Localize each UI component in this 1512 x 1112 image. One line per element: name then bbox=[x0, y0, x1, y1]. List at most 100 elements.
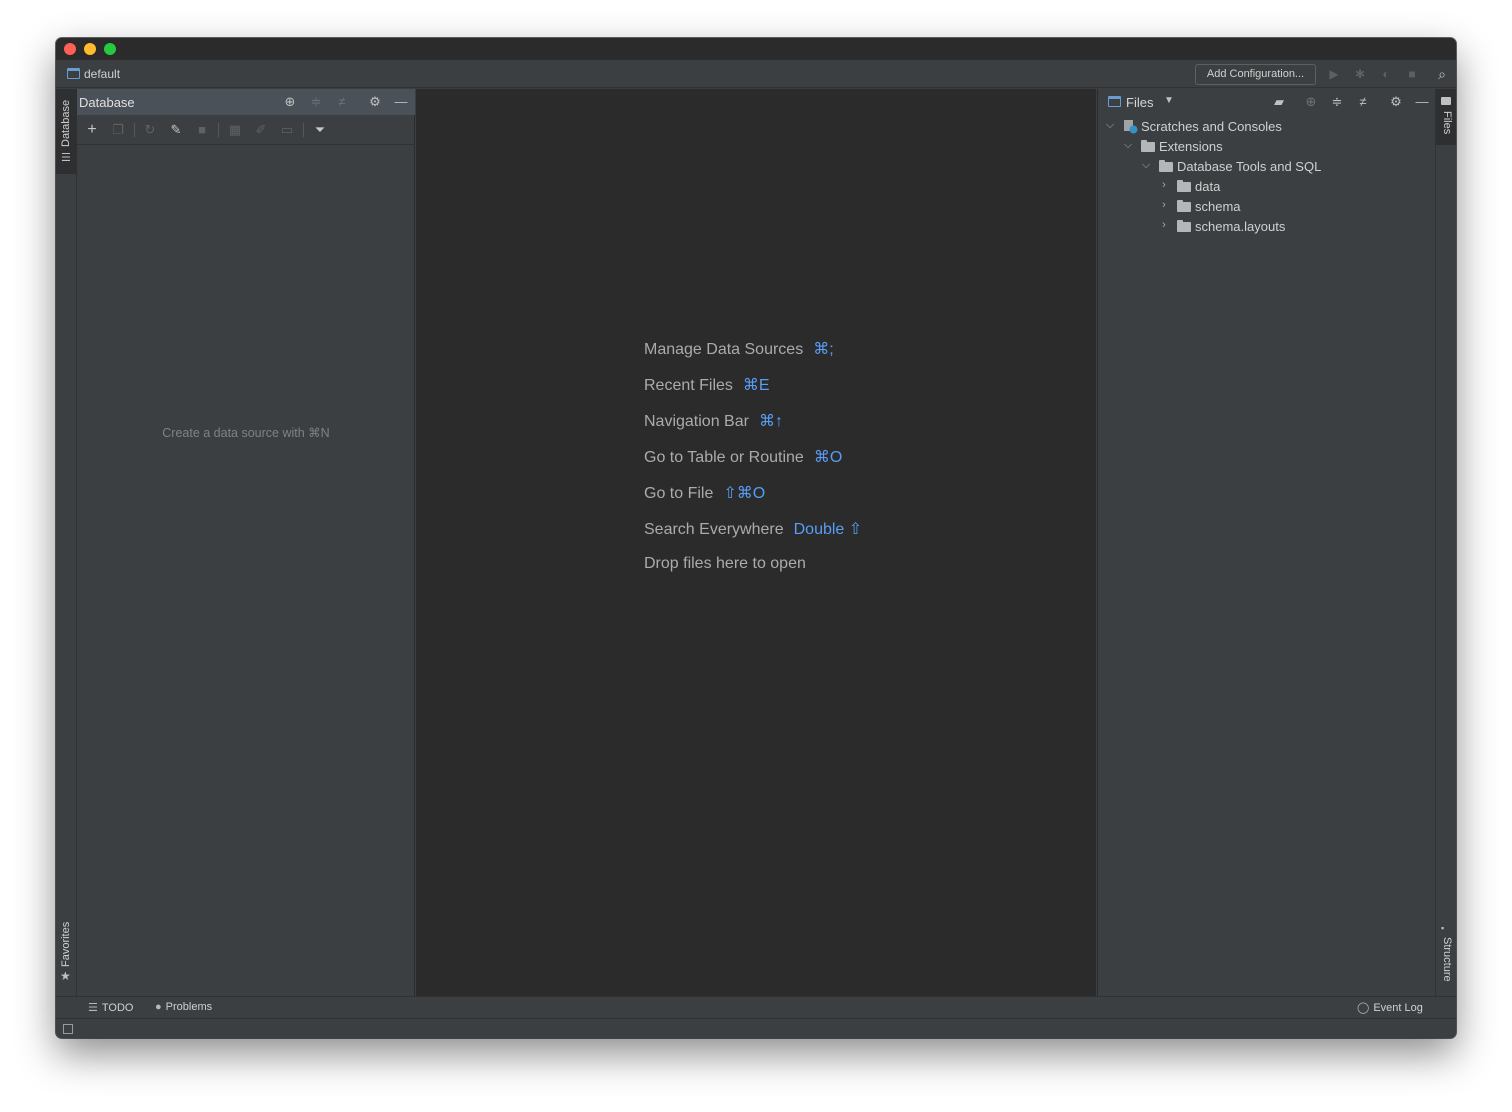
duplicate-icon[interactable]: ❐ bbox=[110, 122, 126, 138]
structure-tab-label: Structure bbox=[1441, 937, 1453, 982]
tree-item-label: Database Tools and SQL bbox=[1177, 159, 1322, 174]
scratch-icon bbox=[1124, 120, 1138, 134]
files-panel-header: Files ▼ ▰ ⊕ ≑ ≠ ⚙ — bbox=[1098, 89, 1436, 115]
files-tool-tab[interactable]: Files bbox=[1436, 89, 1456, 145]
chevron-right-icon[interactable]: › bbox=[1158, 199, 1170, 211]
folder-icon bbox=[1177, 180, 1191, 192]
files-view-icon bbox=[1108, 96, 1121, 107]
tree-item-data[interactable]: › data bbox=[1098, 177, 1436, 197]
database-tool-tab[interactable]: Database ☰ bbox=[56, 89, 77, 174]
add-configuration-button[interactable]: Add Configuration... bbox=[1195, 64, 1316, 85]
status-bar bbox=[56, 1018, 1456, 1038]
folder-icon bbox=[1159, 160, 1173, 172]
problems-tab[interactable]: ● Problems bbox=[155, 1001, 212, 1013]
left-tool-strip: Database ☰ Favorites ★ bbox=[56, 89, 77, 996]
project-name[interactable]: default bbox=[84, 67, 120, 81]
filter-icon[interactable]: ⏷ bbox=[312, 122, 328, 138]
right-tool-strip: Files ▪ Structure bbox=[1435, 89, 1456, 996]
add-datasource-icon[interactable]: + bbox=[84, 122, 100, 138]
files-tab-label: Files bbox=[1441, 111, 1453, 135]
structure-tool-tab[interactable]: ▪ Structure bbox=[1436, 919, 1456, 989]
database-tab-label: Database bbox=[60, 99, 72, 147]
ide-window: default Add Configuration... ▶ ✱ ◐ ■ ⌕ D… bbox=[56, 38, 1456, 1038]
chevron-right-icon[interactable]: › bbox=[1158, 219, 1170, 231]
folder-icon bbox=[1441, 97, 1451, 105]
tree-item-label: Scratches and Consoles bbox=[1141, 119, 1282, 134]
hint-go-to-table: Go to Table or Routine ⌘O bbox=[644, 449, 843, 466]
chevron-right-icon[interactable]: › bbox=[1158, 179, 1170, 191]
tree-item-schema-layouts[interactable]: › schema.layouts bbox=[1098, 217, 1436, 237]
folder-icon bbox=[1141, 140, 1155, 152]
folder-icon bbox=[1177, 200, 1191, 212]
table-icon[interactable]: ▦ bbox=[227, 122, 243, 138]
database-panel-title: Database bbox=[79, 95, 135, 110]
stop-icon[interactable]: ■ bbox=[194, 122, 210, 138]
toolbar-divider bbox=[303, 123, 304, 137]
collapse-all-icon[interactable]: ≠ bbox=[334, 94, 350, 110]
hint-navigation-bar: Navigation Bar ⌘↑ bbox=[644, 413, 783, 430]
locate-icon[interactable]: ⊕ bbox=[1303, 94, 1319, 110]
refresh-icon[interactable]: ↻ bbox=[142, 122, 158, 138]
chevron-down-icon[interactable]: ▼ bbox=[1164, 95, 1174, 106]
star-icon: ★ bbox=[60, 969, 71, 983]
debug-icon[interactable]: ✱ bbox=[1352, 66, 1368, 82]
tree-item-database-tools[interactable]: ⌵ Database Tools and SQL bbox=[1098, 157, 1436, 177]
tree-item-extensions[interactable]: ⌵ Extensions bbox=[1098, 137, 1436, 157]
toggle-tool-windows-icon[interactable] bbox=[63, 1024, 73, 1034]
stop-icon[interactable]: ■ bbox=[1404, 66, 1420, 82]
chevron-down-icon[interactable]: ⌵ bbox=[1122, 139, 1134, 152]
editor-area[interactable]: Manage Data Sources ⌘; Recent Files ⌘E Nav… bbox=[416, 89, 1096, 996]
problems-icon: ● bbox=[155, 1001, 162, 1013]
chevron-down-icon[interactable]: ⌵ bbox=[1104, 119, 1116, 132]
tree-item-schema[interactable]: › schema bbox=[1098, 197, 1436, 217]
toolbar-divider bbox=[218, 123, 219, 137]
tree-item-label: schema bbox=[1195, 199, 1241, 214]
title-bar bbox=[56, 38, 1456, 60]
project-folder-icon bbox=[67, 68, 80, 79]
open-folder-icon[interactable]: ▰ bbox=[1271, 94, 1287, 110]
database-toolbar: + ❐ ↻ ✎ ■ ▦ ✐ ▭ ⏷ bbox=[77, 115, 415, 145]
navigation-bar: default Add Configuration... ▶ ✱ ◐ ■ ⌕ bbox=[56, 60, 1456, 88]
hint-drop-files: Drop files here to open bbox=[644, 555, 806, 572]
expand-all-icon[interactable]: ≑ bbox=[308, 94, 324, 110]
event-log-icon: ◯ bbox=[1357, 1002, 1370, 1014]
hide-panel-icon[interactable]: — bbox=[1414, 94, 1430, 110]
locate-icon[interactable]: ⊕ bbox=[282, 94, 298, 110]
favorites-tab-label: Favorites bbox=[60, 921, 72, 967]
structure-icon: ▪ bbox=[1441, 923, 1445, 933]
coverage-icon[interactable]: ◐ bbox=[1378, 66, 1394, 82]
tree-item-label: schema.layouts bbox=[1195, 219, 1286, 234]
database-panel: Database ⊕ ≑ ≠ ⚙ — + ❐ ↻ ✎ ■ ▦ ✐ ▭ ⏷ Cre… bbox=[77, 89, 415, 996]
database-empty-text[interactable]: Create a data source with ⌘N bbox=[77, 425, 415, 440]
close-window-button[interactable] bbox=[64, 43, 76, 55]
maximize-window-button[interactable] bbox=[104, 43, 116, 55]
tree-item-label: Extensions bbox=[1159, 139, 1223, 154]
hint-search-everywhere: Search Everywhere Double ⇧ bbox=[644, 521, 863, 538]
tree-item-scratches[interactable]: ⌵ Scratches and Consoles bbox=[1098, 117, 1436, 137]
files-panel: Files ▼ ▰ ⊕ ≑ ≠ ⚙ — ⌵ Scratches and Cons… bbox=[1097, 89, 1435, 996]
database-panel-header: Database ⊕ ≑ ≠ ⚙ — bbox=[77, 89, 415, 115]
toolbar-divider bbox=[134, 123, 135, 137]
list-icon: ☰ bbox=[88, 1002, 98, 1014]
tree-item-label: data bbox=[1195, 179, 1221, 194]
chevron-down-icon[interactable]: ⌵ bbox=[1140, 159, 1152, 172]
collapse-all-icon[interactable]: ≠ bbox=[1355, 94, 1371, 110]
database-stack-icon: ☰ bbox=[61, 152, 71, 164]
tool-window-bar: ☰ TODO ● Problems ◯ Event Log bbox=[56, 996, 1456, 1018]
search-icon[interactable]: ⌕ bbox=[1434, 66, 1450, 82]
run-icon[interactable]: ▶ bbox=[1326, 66, 1342, 82]
expand-all-icon[interactable]: ≑ bbox=[1329, 94, 1345, 110]
console-icon[interactable]: ▭ bbox=[279, 122, 295, 138]
schema-settings-icon[interactable]: ✎ bbox=[168, 122, 184, 138]
event-log-tab[interactable]: ◯ Event Log bbox=[1357, 1001, 1423, 1014]
todo-tab[interactable]: ☰ TODO bbox=[88, 1001, 133, 1014]
gear-icon[interactable]: ⚙ bbox=[367, 94, 383, 110]
minimize-window-button[interactable] bbox=[84, 43, 96, 55]
favorites-tool-tab[interactable]: Favorites ★ bbox=[56, 919, 77, 989]
gear-icon[interactable]: ⚙ bbox=[1388, 94, 1404, 110]
files-view-selector[interactable]: Files bbox=[1126, 95, 1153, 110]
hint-recent-files: Recent Files ⌘E bbox=[644, 377, 770, 394]
edit-icon[interactable]: ✐ bbox=[253, 122, 269, 138]
hide-panel-icon[interactable]: — bbox=[393, 94, 409, 110]
folder-icon bbox=[1177, 220, 1191, 232]
